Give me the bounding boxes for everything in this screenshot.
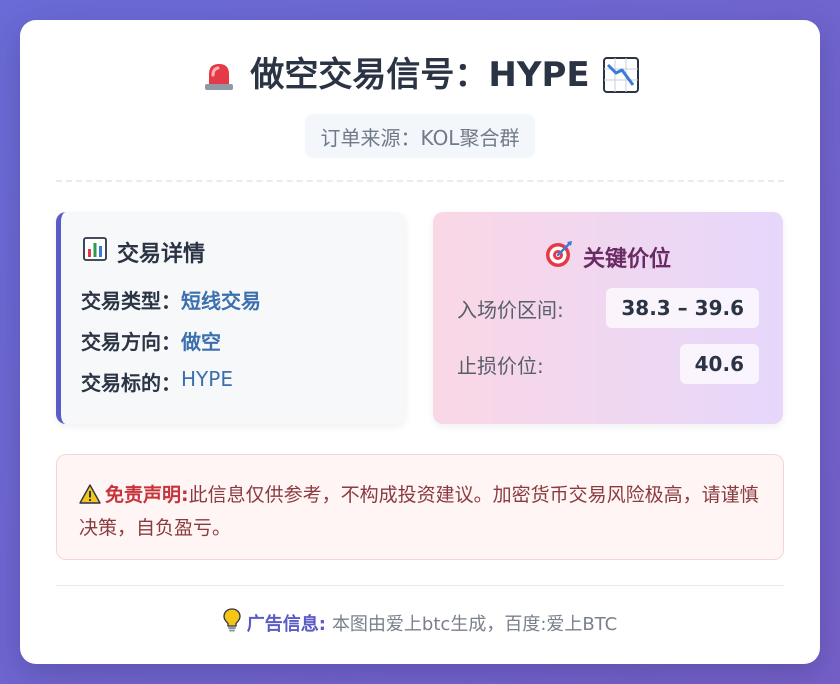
detail-row-symbol: 交易标的： HYPE bbox=[81, 367, 233, 395]
footer: 广告信息: 本图由爱上btc生成，百度:爱上BTC bbox=[20, 608, 820, 637]
stop-loss-row: 止损价位: 40.6 bbox=[457, 344, 759, 384]
entry-price-row: 入场价区间: 38.3 – 39.6 bbox=[457, 288, 759, 328]
siren-icon bbox=[200, 56, 238, 94]
detail-row-type: 交易类型： 短线交易 bbox=[81, 289, 261, 313]
bar-chart-icon bbox=[83, 237, 107, 267]
ad-text: 本图由爱上btc生成，百度:爱上BTC bbox=[331, 613, 618, 635]
detail-row-direction: 交易方向： 做空 bbox=[81, 330, 221, 354]
trade-details-title: 交易详情 bbox=[83, 236, 205, 268]
disclaimer-box: 免责声明:此信息仅供参考，不构成投资建议。加密货币交易风险极高，请谨慎决策，自负… bbox=[56, 454, 784, 560]
section-divider bbox=[56, 180, 784, 182]
order-source-badge: 订单来源：KOL聚合群 bbox=[304, 114, 536, 158]
ad-label: 广告信息: bbox=[246, 613, 326, 635]
entry-price-value: 38.3 – 39.6 bbox=[606, 288, 759, 328]
stop-loss-value: 40.6 bbox=[679, 344, 759, 384]
target-icon bbox=[545, 240, 573, 274]
lightbulb-icon bbox=[223, 608, 241, 637]
key-prices-panel: 关键价位 入场价区间: 38.3 – 39.6 止损价位: 40.6 bbox=[433, 212, 783, 424]
title-text: 做空交易信号：HYPE bbox=[250, 55, 590, 95]
page-title: 做空交易信号：HYPE bbox=[20, 56, 820, 94]
warning-icon bbox=[79, 482, 101, 504]
footer-divider bbox=[56, 585, 784, 586]
disclaimer-label: 免责声明: bbox=[105, 484, 189, 506]
key-prices-title: 关键价位 bbox=[433, 240, 783, 274]
chart-down-icon bbox=[602, 56, 640, 94]
